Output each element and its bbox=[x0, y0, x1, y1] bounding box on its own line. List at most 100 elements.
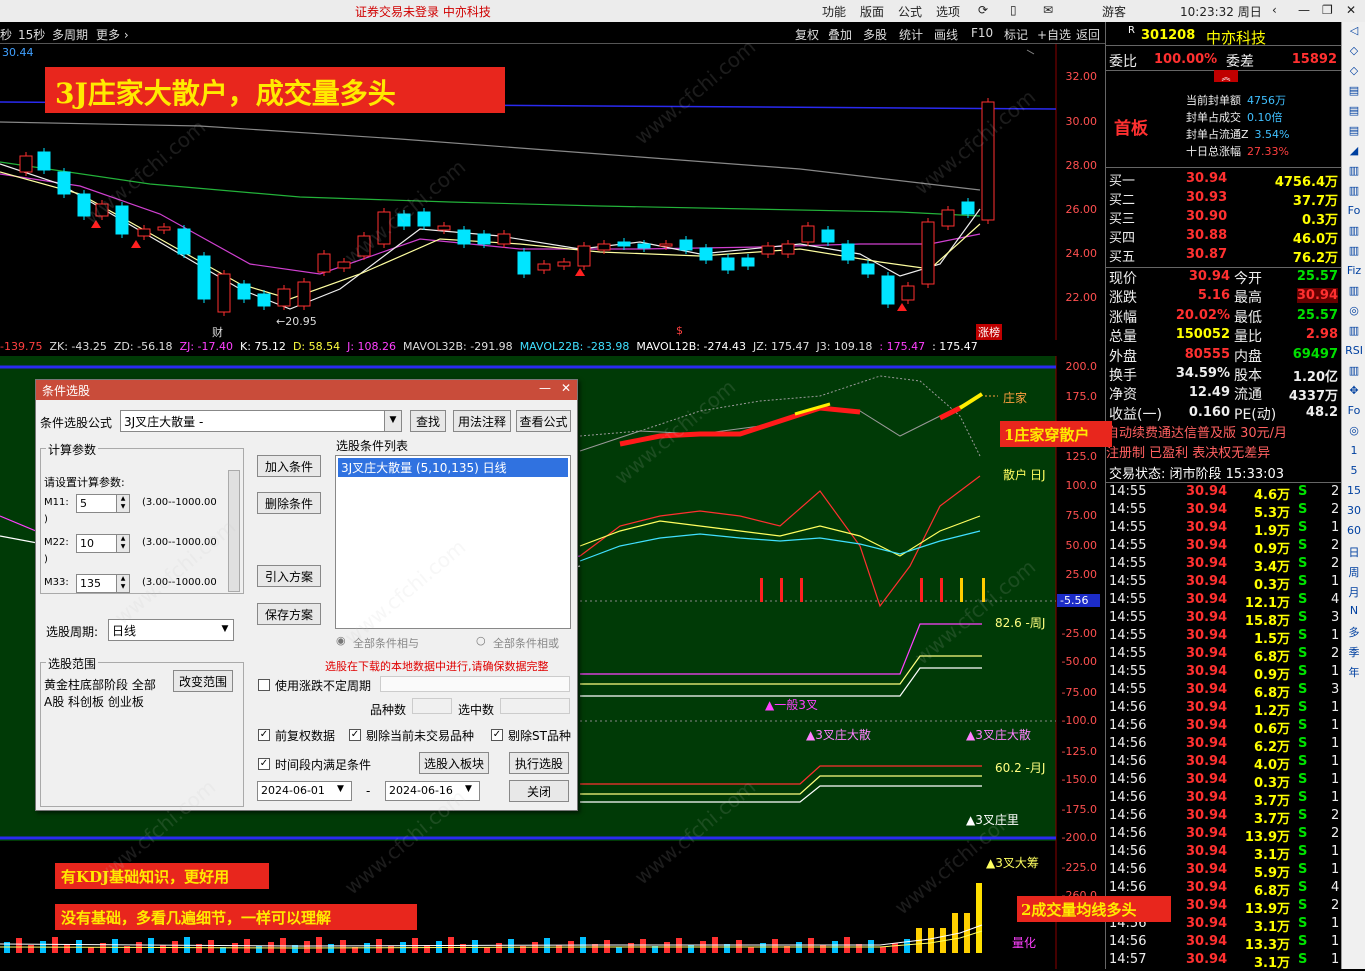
tick-row[interactable]: 14:55 30.94 6.8万 S 2 bbox=[1106, 645, 1342, 665]
radio-or-icon[interactable]: ○ bbox=[476, 634, 486, 647]
btn-return[interactable]: 返回 bbox=[1076, 26, 1100, 43]
excl-st-label[interactable]: 剔除ST品种 bbox=[508, 727, 571, 744]
period-multi[interactable]: 多周期 bbox=[52, 26, 88, 43]
tick-row[interactable]: 14:55 30.94 4.6万 S 2 bbox=[1106, 483, 1342, 503]
use-period-label[interactable]: 使用涨跌不定周期 bbox=[275, 677, 371, 694]
tick-row[interactable]: 14:56 30.94 3.1万 S 1 bbox=[1106, 843, 1342, 863]
sidebar-button[interactable]: ▤ bbox=[1342, 84, 1365, 104]
sidebar-button[interactable]: ▥ bbox=[1342, 324, 1365, 344]
save-plan-button[interactable]: 保存方案 bbox=[257, 603, 321, 625]
params-scrollbar[interactable] bbox=[228, 470, 240, 592]
radio-and-icon[interactable]: ◉ bbox=[336, 634, 346, 647]
maximize-icon[interactable]: ❐ bbox=[1322, 3, 1333, 17]
tick-row[interactable]: 14:55 30.94 5.3万 S 2 bbox=[1106, 501, 1342, 521]
tick-row[interactable]: 14:55 30.94 12.1万 S 4 bbox=[1106, 591, 1342, 611]
tick-row[interactable]: 14:56 30.94 4.0万 S 1 bbox=[1106, 753, 1342, 773]
excl-notrade-checkbox[interactable]: ✓ bbox=[349, 729, 361, 741]
minimize-icon[interactable]: — bbox=[1298, 3, 1310, 17]
sidebar-button[interactable]: 周 bbox=[1342, 564, 1365, 584]
fq-label[interactable]: 前复权数据 bbox=[275, 727, 335, 744]
tick-row[interactable]: 14:55 30.94 3.4万 S 2 bbox=[1106, 555, 1342, 575]
param-m33-spinner[interactable]: ▲ ▼ bbox=[116, 574, 130, 593]
collapse-icon[interactable]: ︽ bbox=[1214, 70, 1238, 83]
sidebar-button[interactable]: ▥ bbox=[1342, 364, 1365, 384]
back-icon[interactable]: ‹ bbox=[1272, 3, 1277, 17]
phone-icon[interactable]: ▯ bbox=[1010, 3, 1017, 17]
fq-checkbox[interactable]: ✓ bbox=[258, 729, 270, 741]
sidebar-button[interactable]: 60 bbox=[1342, 524, 1365, 544]
sidebar-button[interactable]: ▥ bbox=[1342, 164, 1365, 184]
sidebar-button[interactable]: 30 bbox=[1342, 504, 1365, 524]
period-15s[interactable]: 15秒 bbox=[18, 26, 45, 43]
period-select[interactable]: 日线 bbox=[108, 619, 234, 641]
use-period-checkbox[interactable] bbox=[258, 679, 270, 691]
period-dropdown-icon[interactable]: ▼ bbox=[217, 620, 233, 640]
btn-multistock[interactable]: 多股 bbox=[863, 26, 887, 43]
dialog-minimize-icon[interactable]: — bbox=[539, 381, 551, 395]
condition-list[interactable]: 3J叉庄大散量 (5,10,135) 日线 bbox=[335, 455, 571, 629]
sidebar-button[interactable]: ▥ bbox=[1342, 244, 1365, 264]
execute-button[interactable]: 执行选股 bbox=[509, 752, 569, 774]
close-icon[interactable]: ✕ bbox=[1346, 3, 1356, 17]
sidebar-button[interactable]: 季 bbox=[1342, 644, 1365, 664]
time-range-label[interactable]: 时间段内满足条件 bbox=[275, 756, 371, 773]
tick-row[interactable]: 14:56 30.94 6.2万 S 1 bbox=[1106, 735, 1342, 755]
candlestick-chart[interactable]: 30.44 3J庄家大散户，成交量多头 32.00 30.00 28.00 26… bbox=[0, 44, 1105, 340]
stock-code[interactable]: 301208 bbox=[1141, 28, 1195, 43]
period-sec[interactable]: 秒 bbox=[0, 26, 12, 43]
btn-overlay[interactable]: 叠加 bbox=[828, 26, 852, 43]
btn-add-favorite[interactable]: +自选 bbox=[1037, 26, 1071, 43]
sidebar-button[interactable]: ▥ bbox=[1342, 284, 1365, 304]
tick-row[interactable]: 14:56 30.94 3.7万 S 2 bbox=[1106, 807, 1342, 827]
menu-item-layout[interactable]: 版面 bbox=[860, 3, 884, 20]
guest-label[interactable]: 游客 bbox=[1102, 3, 1126, 20]
view-formula-button[interactable]: 查看公式 bbox=[516, 410, 571, 432]
sidebar-button[interactable]: ◎ bbox=[1342, 304, 1365, 324]
volume-chart[interactable]: ▲3叉大筹 -225.0 -260.0 量化 有KDJ基础知识，更好用 没有基础… bbox=[0, 841, 1171, 969]
sidebar-button[interactable]: ◁ bbox=[1342, 24, 1365, 44]
bid-row[interactable]: 买一 30.94 4756.4万 bbox=[1106, 169, 1342, 190]
usage-button[interactable]: 用法注释 bbox=[453, 410, 511, 432]
btn-fuquan[interactable]: 复权 bbox=[795, 26, 819, 43]
tick-row[interactable]: 14:56 30.94 13.3万 S 1 bbox=[1106, 933, 1342, 953]
bid-row[interactable]: 买四 30.88 46.0万 bbox=[1106, 226, 1342, 247]
tick-row[interactable]: 14:55 30.94 6.8万 S 3 bbox=[1106, 681, 1342, 701]
formula-select[interactable]: 3J叉庄大散量 - bbox=[120, 410, 402, 432]
param-m22-spinner[interactable]: ▲ ▼ bbox=[116, 534, 130, 553]
period-more[interactable]: 更多 › bbox=[96, 26, 129, 43]
radio-and-label[interactable]: 全部条件相与 bbox=[353, 635, 419, 651]
btn-stats[interactable]: 统计 bbox=[899, 26, 923, 43]
btn-f10[interactable]: F10 bbox=[971, 26, 993, 40]
time-range-checkbox[interactable]: ✓ bbox=[258, 758, 270, 770]
delete-condition-button[interactable]: 删除条件 bbox=[257, 492, 321, 514]
sidebar-button[interactable]: ◇ bbox=[1342, 44, 1365, 64]
tick-row[interactable]: 14:56 30.94 5.9万 S 1 bbox=[1106, 861, 1342, 881]
excl-notrade-label[interactable]: 剔除当前未交易品种 bbox=[366, 727, 474, 744]
menu-item-function[interactable]: 功能 bbox=[822, 3, 846, 20]
sidebar-button[interactable]: RSI bbox=[1342, 344, 1365, 364]
bid-row[interactable]: 买二 30.93 37.7万 bbox=[1106, 188, 1342, 209]
tick-row[interactable]: 14:57 30.94 3.1万 S 1 bbox=[1106, 951, 1342, 971]
info-subscription[interactable]: 自动续费通达信普及版 30元/月 bbox=[1106, 422, 1342, 442]
import-plan-button[interactable]: 引入方案 bbox=[257, 565, 321, 587]
sidebar-button[interactable]: ▤ bbox=[1342, 124, 1365, 144]
bid-row[interactable]: 买三 30.90 0.3万 bbox=[1106, 207, 1342, 228]
sidebar-button[interactable]: 15 bbox=[1342, 484, 1365, 504]
formula-dropdown-icon[interactable]: ▼ bbox=[384, 411, 401, 431]
tick-row[interactable]: 14:55 30.94 0.3万 S 1 bbox=[1106, 573, 1342, 593]
condition-list-item[interactable]: 3J叉庄大散量 (5,10,135) 日线 bbox=[338, 458, 568, 477]
sidebar-button[interactable]: 1 bbox=[1342, 444, 1365, 464]
sidebar-button[interactable]: ◎ bbox=[1342, 424, 1365, 444]
dividend-mark[interactable]: $ bbox=[676, 324, 683, 337]
excl-st-checkbox[interactable]: ✓ bbox=[491, 729, 503, 741]
use-period-input[interactable] bbox=[380, 676, 570, 692]
sidebar-button[interactable]: 5 bbox=[1342, 464, 1365, 484]
date-from-dropdown-icon[interactable]: ▼ bbox=[337, 784, 344, 794]
sidebar-button[interactable]: ◢ bbox=[1342, 144, 1365, 164]
dialog-close-icon[interactable]: ✕ bbox=[561, 381, 571, 395]
to-block-button[interactable]: 选股入板块 bbox=[419, 752, 489, 774]
add-condition-button[interactable]: 加入条件 bbox=[257, 455, 321, 477]
refresh-icon[interactable]: ⟳ bbox=[978, 3, 988, 17]
tick-row[interactable]: 14:5630.9413.9万S2 bbox=[1106, 825, 1342, 845]
tick-row[interactable]: 14:56 30.94 0.3万 S 1 bbox=[1106, 771, 1342, 791]
